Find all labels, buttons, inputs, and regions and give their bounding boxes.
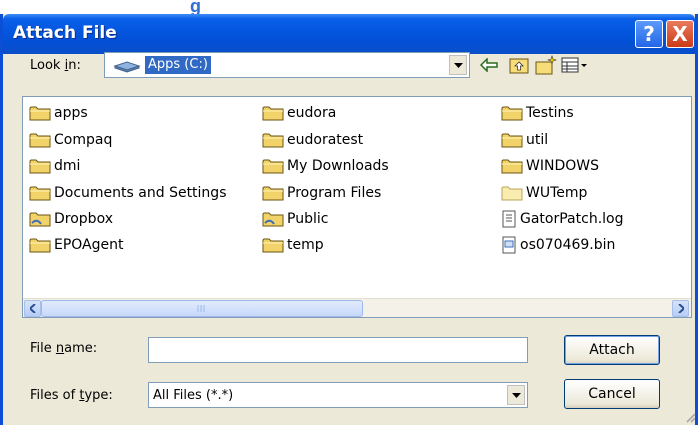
look-in-dropdown[interactable]: Apps (C:) <box>104 52 470 78</box>
close-button[interactable]: X <box>666 20 694 48</box>
up-one-level-button[interactable] <box>508 54 530 76</box>
file-name-label: File name: <box>30 341 98 356</box>
files-of-type-label: Files of type: <box>30 388 113 403</box>
file-list-item[interactable]: Dropbox <box>29 209 113 229</box>
file-list-item-label: temp <box>287 237 324 253</box>
file-list-item[interactable]: temp <box>262 235 324 255</box>
files-of-type-dropdown[interactable]: All Files (*.*) <box>148 382 528 408</box>
folder-icon <box>501 132 526 148</box>
file-list-item-label: Public <box>287 211 329 227</box>
file-list-item[interactable]: GatorPatch.log <box>501 209 623 229</box>
file-list-item[interactable]: dmi <box>29 156 80 176</box>
file-list-item-label: os070469.bin <box>520 237 616 253</box>
up-folder-icon <box>509 58 529 74</box>
file-list-item[interactable]: os070469.bin <box>501 235 615 255</box>
file-list-item[interactable]: util <box>501 130 548 150</box>
folder-icon <box>29 158 54 174</box>
chevron-down-icon <box>511 392 521 398</box>
file-list-item[interactable]: eudoratest <box>262 130 363 150</box>
file-list-item-label: EPOAgent <box>54 237 124 253</box>
folder-icon <box>29 132 54 148</box>
folder-icon <box>262 237 287 253</box>
file-list-item-label: dmi <box>54 158 81 174</box>
folder-icon <box>501 158 526 174</box>
file-list-item-label: eudoratest <box>287 132 364 148</box>
attach-button[interactable]: Attach <box>564 335 660 365</box>
file-list-item-label: apps <box>54 105 88 121</box>
close-icon: X <box>672 22 688 46</box>
file-list-item[interactable]: EPOAgent <box>29 235 124 255</box>
file-list-item[interactable]: Public <box>262 209 328 229</box>
help-button[interactable]: ? <box>635 20 663 48</box>
folder-icon <box>262 105 287 121</box>
back-arrow-icon <box>480 58 498 72</box>
file-list-item[interactable]: Program Files <box>262 183 381 203</box>
new-folder-button[interactable] <box>535 54 557 76</box>
new-folder-icon <box>535 55 557 75</box>
chevron-down-icon <box>453 62 463 68</box>
file-list-item-label: WUTemp <box>526 185 588 201</box>
files-of-type-dropdown-button[interactable] <box>507 385 525 405</box>
folder-icon <box>262 158 287 174</box>
folder-icon <box>501 105 526 121</box>
horizontal-scrollbar[interactable] <box>23 298 691 317</box>
file-list-item-label: util <box>526 132 549 148</box>
dialog-title: Attach File <box>13 23 117 43</box>
file-list-item[interactable]: WINDOWS <box>501 156 599 176</box>
shared-folder-icon <box>262 211 287 227</box>
view-menu-icon <box>561 57 587 73</box>
help-icon: ? <box>643 22 655 46</box>
file-list-item-label: Program Files <box>287 185 382 201</box>
file-list-item[interactable]: My Downloads <box>262 156 389 176</box>
file-list-item-label: eudora <box>287 105 337 121</box>
file-list-item[interactable]: Testins <box>501 103 574 123</box>
file-list-item[interactable]: eudora <box>262 103 336 123</box>
folder-icon <box>262 132 287 148</box>
cancel-button[interactable]: Cancel <box>564 379 660 409</box>
binary-file-icon <box>501 236 520 254</box>
scroll-left-icon <box>29 304 36 313</box>
file-list-item-label: Documents and Settings <box>54 185 227 201</box>
look-in-label: Look in: <box>30 58 81 73</box>
file-list-item-label: GatorPatch.log <box>520 211 624 227</box>
folder-icon <box>29 237 54 253</box>
back-button[interactable] <box>478 54 500 76</box>
scroll-right-icon <box>677 304 684 313</box>
resize-grip-icon[interactable] <box>684 411 696 423</box>
file-list-item-label: My Downloads <box>287 158 389 174</box>
look-in-value: Apps (C:) <box>145 56 211 74</box>
file-list-item-label: Dropbox <box>54 211 113 227</box>
file-name-input[interactable] <box>148 337 528 363</box>
text-file-icon <box>501 210 520 228</box>
files-of-type-value: All Files (*.*) <box>153 388 234 403</box>
file-list[interactable]: apps Compaq dmi Documents and Settings Dropb… <box>22 96 692 318</box>
grip-lines-icon <box>197 305 205 312</box>
file-list-item[interactable]: Documents and Settings <box>29 183 226 203</box>
shared-folder-icon <box>29 211 54 227</box>
file-list-item-label: WINDOWS <box>526 158 599 174</box>
folder-icon <box>29 105 54 121</box>
file-list-item-label: Testins <box>526 105 574 121</box>
scroll-left-button[interactable] <box>24 300 41 317</box>
title-bar[interactable]: Attach File ? X <box>3 14 695 54</box>
scroll-right-button[interactable] <box>672 300 689 317</box>
folder-icon <box>29 185 54 201</box>
file-list-item-label: Compaq <box>54 132 113 148</box>
file-list-item[interactable]: WUTemp <box>501 183 587 203</box>
file-list-item[interactable]: apps <box>29 103 88 123</box>
view-menu-button[interactable] <box>560 54 590 76</box>
look-in-dropdown-button[interactable] <box>449 55 467 75</box>
scrollbar-thumb[interactable] <box>41 300 363 317</box>
folder-icon <box>501 185 526 201</box>
hard-drive-icon <box>113 61 141 76</box>
file-list-item[interactable]: Compaq <box>29 130 112 150</box>
folder-icon <box>262 185 287 201</box>
